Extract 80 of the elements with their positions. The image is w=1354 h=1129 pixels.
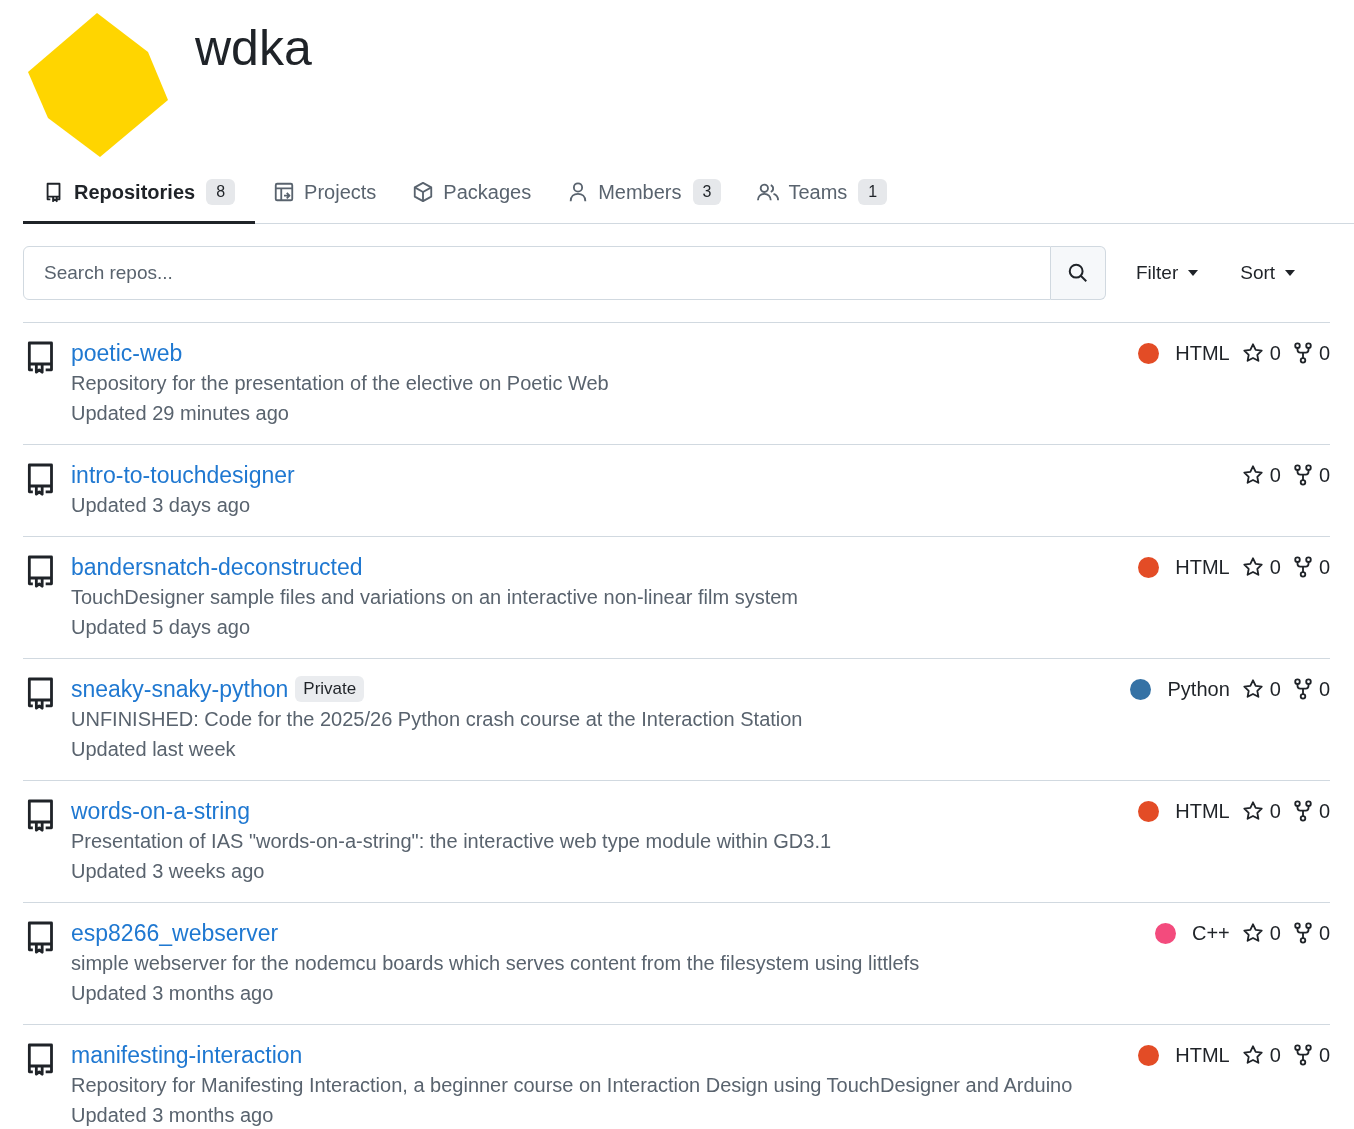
fork-icon bbox=[1292, 556, 1313, 578]
repo-link[interactable]: sneaky-snaky-python bbox=[71, 671, 289, 707]
fork-icon bbox=[1292, 1044, 1313, 1066]
fork-icon bbox=[1292, 342, 1313, 364]
counter: 3 bbox=[692, 178, 722, 205]
repo-icon bbox=[27, 676, 55, 710]
fork-count: 0 bbox=[1318, 677, 1330, 702]
language-label: HTML bbox=[1175, 799, 1230, 824]
updated-time: Updated last week bbox=[71, 737, 237, 762]
star-icon bbox=[1241, 464, 1264, 486]
fork-count: 0 bbox=[1318, 463, 1330, 488]
repo-icon bbox=[27, 798, 55, 832]
tab[interactable]: Packages bbox=[394, 162, 550, 224]
repo-link[interactable]: manifesting-interaction bbox=[71, 1037, 303, 1073]
search-button[interactable] bbox=[1051, 246, 1106, 300]
star-icon bbox=[1241, 1044, 1264, 1066]
updated-time: Updated 3 months ago bbox=[71, 981, 275, 1006]
repo-link[interactable]: poetic-web bbox=[71, 335, 183, 371]
updated-time: Updated 29 minutes ago bbox=[71, 401, 290, 426]
star-icon bbox=[1241, 800, 1264, 822]
tab[interactable]: Repositories 8 bbox=[23, 162, 256, 224]
language-label: HTML bbox=[1175, 1043, 1230, 1068]
repo-description: UNFINISHED: Code for the 2025/26 Python crash course at the Interaction Station bbox=[71, 707, 804, 732]
board-icon bbox=[273, 180, 296, 203]
counter: 8 bbox=[206, 178, 236, 205]
language-label: HTML bbox=[1175, 341, 1230, 366]
star-count: 0 bbox=[1269, 463, 1281, 488]
repo-link[interactable]: bandersnatch-deconstructed bbox=[71, 549, 363, 585]
repo-description: Repository for Manifesting Interaction, a beginner course on Interaction Design using TouchDesigner and Arduino bbox=[71, 1073, 1074, 1098]
repo-link[interactable]: esp8266_webserver bbox=[71, 915, 279, 951]
fork-icon bbox=[1292, 464, 1313, 486]
star-count: 0 bbox=[1269, 555, 1281, 580]
search-field[interactable]: Search repos... bbox=[23, 246, 1051, 300]
repo-description: Presentation of IAS "words-on-a-string": the interactive web type module within GD3.1 bbox=[71, 829, 833, 854]
star-icon bbox=[1241, 556, 1264, 578]
updated-time: Updated 3 days ago bbox=[71, 493, 252, 518]
fork-count: 0 bbox=[1318, 1043, 1330, 1068]
updated-time: Updated 3 months ago bbox=[71, 1103, 275, 1128]
dropdown-button[interactable]: Filter bbox=[1126, 253, 1209, 293]
star-icon bbox=[1241, 678, 1264, 700]
repo-link[interactable]: words-on-a-string bbox=[71, 793, 250, 829]
star-count: 0 bbox=[1269, 799, 1281, 824]
caret-icon bbox=[1188, 270, 1199, 276]
org-name: wdka bbox=[195, 19, 312, 78]
tab[interactable]: Members 3 bbox=[549, 162, 740, 224]
fork-count: 0 bbox=[1318, 799, 1330, 824]
star-count: 0 bbox=[1269, 677, 1281, 702]
repo-icon bbox=[27, 340, 55, 374]
repo-icon bbox=[27, 1042, 55, 1076]
fork-count: 0 bbox=[1318, 555, 1330, 580]
language-label: C++ bbox=[1191, 921, 1230, 946]
star-count: 0 bbox=[1269, 921, 1281, 946]
star-icon bbox=[1241, 922, 1264, 944]
star-icon bbox=[1241, 342, 1264, 364]
caret-icon bbox=[1285, 270, 1296, 276]
tab[interactable]: Projects bbox=[255, 162, 395, 224]
fork-icon bbox=[1292, 922, 1313, 944]
box-icon bbox=[412, 180, 435, 203]
repo-description: simple webserver for the nodemcu boards which serves content from the filesystem using littlefs bbox=[71, 951, 921, 976]
language-label: Python bbox=[1167, 677, 1230, 702]
star-count: 0 bbox=[1269, 1043, 1281, 1068]
repo-icon bbox=[27, 554, 55, 588]
updated-time: Updated 3 weeks ago bbox=[71, 859, 266, 884]
repo-icon bbox=[27, 920, 55, 954]
private-label: Private bbox=[295, 676, 365, 702]
fork-count: 0 bbox=[1318, 921, 1330, 946]
language-label: HTML bbox=[1175, 555, 1230, 580]
star-count: 0 bbox=[1269, 341, 1281, 366]
fork-icon bbox=[1292, 678, 1313, 700]
updated-time: Updated 5 days ago bbox=[71, 615, 252, 640]
fork-icon bbox=[1292, 800, 1313, 822]
counter: 1 bbox=[858, 178, 888, 205]
repo-icon bbox=[27, 462, 55, 496]
repo-link[interactable]: intro-to-touchdesigner bbox=[71, 457, 295, 493]
dropdown-button[interactable]: Sort bbox=[1230, 253, 1306, 293]
tab[interactable]: Teams 1 bbox=[739, 162, 906, 224]
repo-description: TouchDesigner sample files and variations on an interactive non-linear film system bbox=[71, 585, 799, 610]
repo-description: Repository for the presentation of the elective on Poetic Web bbox=[71, 371, 610, 396]
fork-count: 0 bbox=[1318, 341, 1330, 366]
search-icon bbox=[1067, 262, 1089, 284]
